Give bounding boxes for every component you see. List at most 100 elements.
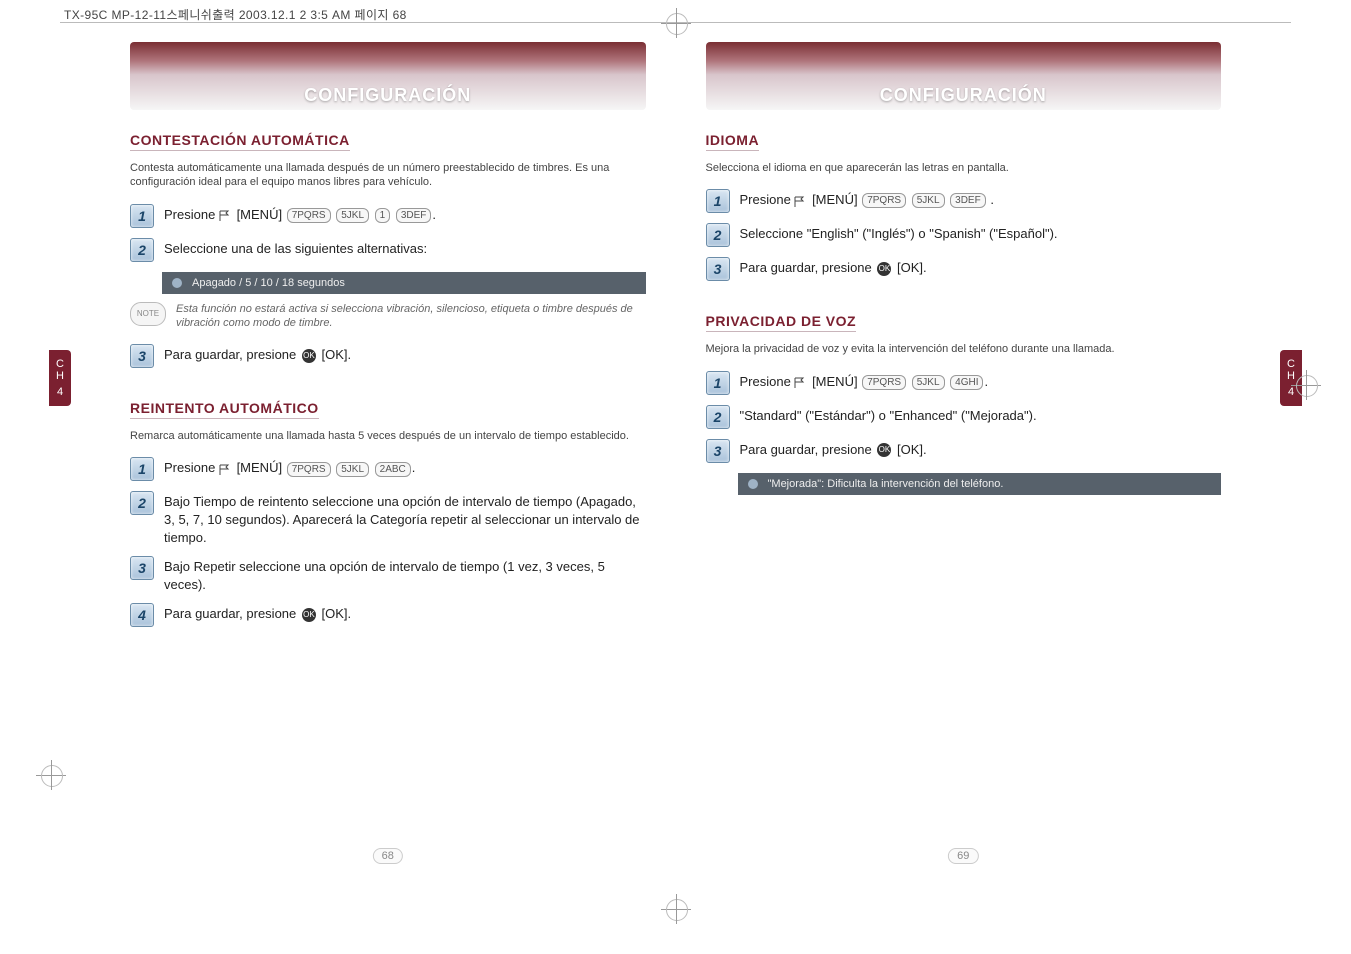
step-row: 1 Presione [MENÚ] 7PQRS 5JKL 2ABC. xyxy=(130,457,646,481)
step-text: Bajo Tiempo de reintento seleccione una … xyxy=(164,491,646,546)
ok-icon: OK xyxy=(877,262,891,276)
keycap: 5JKL xyxy=(912,375,945,390)
section-desc: Contesta automáticamente una llamada des… xyxy=(130,161,646,190)
step-text: Presione [MENÚ] 7PQRS 5JKL 1 3DEF. xyxy=(164,204,436,224)
menu-label: [MENÚ] xyxy=(812,192,858,207)
step-text: "Standard" ("Estándar") o "Enhanced" ("M… xyxy=(740,405,1037,425)
step-text: Presione [MENÚ] 7PQRS 5JKL 4GHI. xyxy=(740,371,989,391)
keycap: 7PQRS xyxy=(862,375,906,390)
step-row: 2 Bajo Tiempo de reintento seleccione un… xyxy=(130,491,646,546)
crop-mark-right xyxy=(1291,370,1321,400)
step-text: Bajo Repetir seleccione una opción de in… xyxy=(164,556,646,593)
step-row: 4 Para guardar, presione OK [OK]. xyxy=(130,603,646,627)
option-box: "Mejorada": Dificulta la intervención de… xyxy=(738,473,1222,495)
step-number-icon: 4 xyxy=(130,603,154,627)
step-row: 2 Seleccione una de las siguientes alter… xyxy=(130,238,646,262)
step-text-frag: [OK]. xyxy=(897,442,927,457)
step-row: 3 Para guardar, presione OK [OK]. xyxy=(706,257,1222,281)
option-text: Apagado / 5 / 10 / 18 segundos xyxy=(192,277,345,289)
crop-header: TX-95C MP-12-11스페니쉬출력 2003.12.1 2 3:5 AM… xyxy=(64,6,407,23)
crop-mark-bottom xyxy=(661,894,691,924)
note-badge-icon: NOTE xyxy=(130,302,166,326)
keycap: 5JKL xyxy=(336,462,369,477)
section-title-voice-privacy: PRIVACIDAD DE VOZ xyxy=(706,313,857,332)
step-number-icon: 1 xyxy=(706,371,730,395)
step-number-icon: 3 xyxy=(130,556,154,580)
menu-label: [MENÚ] xyxy=(812,374,858,389)
step-row: 3 Bajo Repetir seleccione una opción de … xyxy=(130,556,646,593)
step-number-icon: 3 xyxy=(706,257,730,281)
page-left: CONFIGURACIÓN CONTESTACIÓN AUTOMÁTICA Co… xyxy=(100,32,676,894)
step-row: 1 Presione [MENÚ] 7PQRS 5JKL 3DEF . xyxy=(706,189,1222,213)
bullet-icon xyxy=(748,479,758,489)
flag-icon xyxy=(794,195,806,207)
section-title-auto-retry: REINTENTO AUTOMÁTICO xyxy=(130,400,319,419)
step-text-frag: [OK]. xyxy=(322,347,352,362)
step-text-frag: Presione xyxy=(740,192,791,207)
step-text-frag: Presione xyxy=(740,374,791,389)
step-text-frag: [OK]. xyxy=(322,606,352,621)
keycap: 4GHI xyxy=(950,375,983,390)
ok-icon: OK xyxy=(302,608,316,622)
step-number-icon: 3 xyxy=(130,344,154,368)
section-title-idioma: IDIOMA xyxy=(706,132,760,151)
step-number-icon: 3 xyxy=(706,439,730,463)
step-text: Para guardar, presione OK [OK]. xyxy=(164,603,351,623)
step-text: Seleccione una de las siguientes alterna… xyxy=(164,238,427,258)
step-number-icon: 2 xyxy=(706,223,730,247)
step-number-icon: 1 xyxy=(130,204,154,228)
step-number-icon: 2 xyxy=(130,238,154,262)
step-number-icon: 2 xyxy=(130,491,154,515)
section-desc: Remarca automáticamente una llamada hast… xyxy=(130,429,646,443)
step-row: 3 Para guardar, presione OK [OK]. xyxy=(706,439,1222,463)
step-number-icon: 2 xyxy=(706,405,730,429)
bullet-icon xyxy=(172,278,182,288)
step-row: 1 Presione [MENÚ] 7PQRS 5JKL 4GHI. xyxy=(706,371,1222,395)
keycap: 7PQRS xyxy=(287,208,331,223)
step-text-frag: Para guardar, presione xyxy=(164,606,296,621)
page-number-right: 69 xyxy=(948,848,978,864)
option-box: Apagado / 5 / 10 / 18 segundos xyxy=(162,272,646,294)
step-row: 2 "Standard" ("Estándar") o "Enhanced" (… xyxy=(706,405,1222,429)
step-text-frag: Para guardar, presione xyxy=(164,347,296,362)
step-row: 1 Presione [MENÚ] 7PQRS 5JKL 1 3DEF. xyxy=(130,204,646,228)
step-text-frag: Presione xyxy=(164,207,215,222)
flag-icon xyxy=(219,463,231,475)
step-text-frag: Para guardar, presione xyxy=(740,260,872,275)
step-text-frag: [OK]. xyxy=(897,260,927,275)
step-number-icon: 1 xyxy=(706,189,730,213)
keycap: 7PQRS xyxy=(287,462,331,477)
step-text: Presione [MENÚ] 7PQRS 5JKL 3DEF . xyxy=(740,189,994,209)
step-text: Presione [MENÚ] 7PQRS 5JKL 2ABC. xyxy=(164,457,415,477)
keycap: 3DEF xyxy=(950,193,986,208)
chapter-tab-ch: C H xyxy=(56,358,64,382)
ok-icon: OK xyxy=(877,443,891,457)
step-text: Seleccione "English" ("Inglés") o "Spani… xyxy=(740,223,1058,243)
keycap: 5JKL xyxy=(336,208,369,223)
ok-icon: OK xyxy=(302,349,316,363)
note-text: Esta función no estará activa si selecci… xyxy=(176,302,646,331)
step-text: Para guardar, presione OK [OK]. xyxy=(740,257,927,277)
step-text-frag: Para guardar, presione xyxy=(740,442,872,457)
step-number-icon: 1 xyxy=(130,457,154,481)
step-text: Para guardar, presione OK [OK]. xyxy=(740,439,927,459)
keycap: 5JKL xyxy=(912,193,945,208)
keycap: 1 xyxy=(375,208,391,223)
banner-right: CONFIGURACIÓN xyxy=(706,42,1222,110)
menu-label: [MENÚ] xyxy=(237,460,283,475)
banner-left: CONFIGURACIÓN xyxy=(130,42,646,110)
page-spread: CONFIGURACIÓN CONTESTACIÓN AUTOMÁTICA Co… xyxy=(100,32,1251,894)
note-row: NOTE Esta función no estará activa si se… xyxy=(130,302,646,331)
step-text: Para guardar, presione OK [OK]. xyxy=(164,344,351,364)
keycap: 3DEF xyxy=(396,208,432,223)
option-text: "Mejorada": Dificulta la intervención de… xyxy=(768,478,1004,490)
menu-label: [MENÚ] xyxy=(237,207,283,222)
flag-icon xyxy=(794,376,806,388)
section-desc: Mejora la privacidad de voz y evita la i… xyxy=(706,342,1222,356)
chapter-tab-num: 4 xyxy=(57,386,63,398)
section-title-auto-answer: CONTESTACIÓN AUTOMÁTICA xyxy=(130,132,350,151)
step-row: 3 Para guardar, presione OK [OK]. xyxy=(130,344,646,368)
step-row: 2 Seleccione "English" ("Inglés") o "Spa… xyxy=(706,223,1222,247)
step-text-frag: Presione xyxy=(164,460,215,475)
keycap: 7PQRS xyxy=(862,193,906,208)
